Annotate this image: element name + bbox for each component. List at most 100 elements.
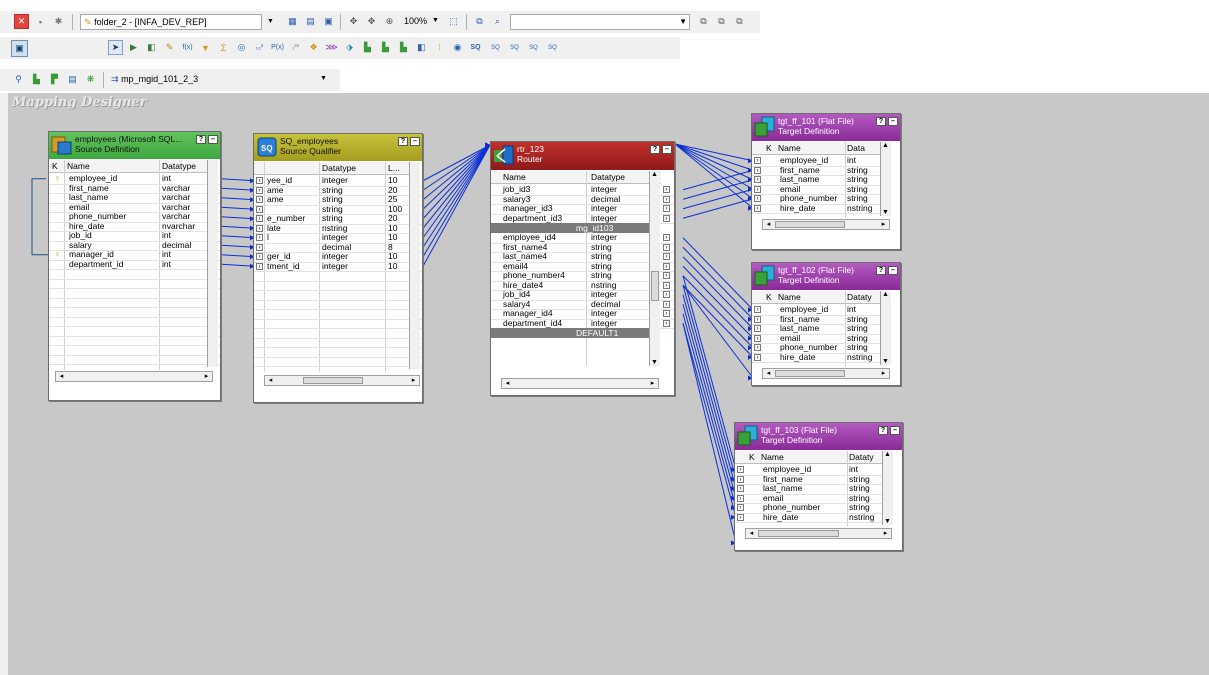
router-tool-icon[interactable]: ❖ [306,40,321,55]
table-row[interactable]: department_id3 integer › [491,213,673,224]
table-row[interactable]: department_id4 integer › [491,318,673,329]
help-icon[interactable]: ? [650,145,660,154]
output-port-arrow-icon[interactable]: › [663,319,670,327]
vertical-scrollbar[interactable] [207,160,218,367]
input-port-arrow-icon[interactable]: › [737,475,744,483]
navigator-icon[interactable]: ▦ [285,14,300,29]
input-port-arrow-icon[interactable]: › [754,315,761,323]
input-port-arrow-icon[interactable]: › [256,186,263,194]
help-icon[interactable]: ? [876,117,886,126]
zoom-icon[interactable]: ⊕ [382,14,397,29]
input-port-arrow-icon[interactable]: › [256,215,263,222]
cascade-icon[interactable]: ⧉ [732,14,747,29]
output-port-arrow-icon[interactable]: › [663,243,670,251]
router-header[interactable]: rtr_123 Router ? – [491,142,674,170]
overview-icon[interactable]: ▣ [321,14,336,29]
unlink-icon[interactable]: ⧉ [714,14,729,29]
input-port-arrow-icon[interactable]: › [754,157,761,164]
chevron-down-icon[interactable]: ▼ [263,14,278,29]
input-port-arrow-icon[interactable]: › [737,504,744,511]
input-port-arrow-icon[interactable]: › [754,306,761,313]
output-port-arrow-icon[interactable]: › [663,186,670,193]
horizontal-scrollbar[interactable]: ◂ ▸ [55,371,213,382]
target-header[interactable]: tgt_ff_101 (Flat File) Target Definition?… [752,114,900,141]
help-icon[interactable]: ? [196,135,206,144]
help-icon[interactable]: ? [398,137,408,146]
mq-sq-icon[interactable]: SQ [526,40,541,55]
input-port-arrow-icon[interactable]: › [737,485,744,492]
normalizer-icon[interactable]: ◧ [144,40,159,55]
input-port-arrow-icon[interactable]: › [256,177,263,184]
target-definition-101[interactable]: tgt_ff_101 (Flat File) Target Definition?… [751,113,901,250]
output-port-arrow-icon[interactable]: › [663,272,670,279]
minimize-icon[interactable]: – [410,137,420,146]
input-port-arrow-icon[interactable]: › [256,234,263,241]
horizontal-scrollbar[interactable]: ◂ ▸ [762,219,890,230]
mapping-dropdown[interactable]: ⇉ mp_mgid_101_2_3 ▼ [108,72,330,88]
save-icon[interactable]: ▪ [33,14,48,29]
target-definition-103[interactable]: tgt_ff_103 (Flat File) Target Definition?… [734,422,903,551]
transaction-control-icon[interactable]: ▙ [396,40,411,55]
arrange-iconic-icon[interactable]: ✥ [364,14,379,29]
input-port-arrow-icon[interactable]: › [256,196,263,203]
output-port-arrow-icon[interactable]: › [663,281,670,289]
input-port-arrow-icon[interactable]: › [754,176,761,183]
mapping-designer-canvas[interactable]: Mapping Designer employees (Microsoft SQ… [8,93,1209,675]
output-port-arrow-icon[interactable]: › [663,214,670,222]
find-dropdown[interactable]: ▼ [510,14,690,30]
input-port-arrow-icon[interactable]: › [256,205,263,213]
input-port-arrow-icon[interactable]: › [256,262,263,270]
horizontal-scrollbar[interactable]: ◂ ▸ [762,368,890,379]
pointer-icon[interactable]: ➤ [108,40,123,55]
table-row[interactable]: ›tment_idinteger10› [254,261,421,272]
folder-dropdown[interactable]: ✎ folder_2 - [INFA_DEV_REP] [80,14,262,30]
expression-tool-icon[interactable]: ✎ [162,40,177,55]
output-port-arrow-icon[interactable]: › [663,205,670,212]
target-designer-icon[interactable]: ▛ [47,72,62,87]
input-port-arrow-icon[interactable]: › [256,253,263,260]
rank-icon[interactable]: ₁²³ [288,40,303,55]
ams-sq-icon[interactable]: SQ [545,40,560,55]
help-icon[interactable]: ? [876,266,886,275]
xml-sq-icon[interactable]: SQ [488,40,503,55]
router[interactable]: rtr_123 Router ? – Name Datatype job_id3 in… [490,141,675,396]
input-port-arrow-icon[interactable]: › [256,224,263,232]
function-icon[interactable]: f(x) [180,40,195,55]
lookup-icon[interactable]: ◎ [234,40,249,55]
output-window-icon[interactable]: ▤ [303,14,318,29]
input-port-arrow-icon[interactable]: › [754,185,761,193]
input-port-arrow-icon[interactable]: › [754,325,761,332]
input-port-arrow-icon[interactable]: › [737,466,744,473]
minimize-icon[interactable]: – [208,135,218,144]
vertical-scrollbar[interactable]: ▲ ▼ [880,142,891,216]
table-row[interactable]: › hire_date nstring [735,512,882,523]
link-icon[interactable]: ⧉ [696,14,711,29]
source-header[interactable]: employees (Microsoft SQL... Source Defin… [49,132,220,159]
xml-icon[interactable]: ⁝ [432,40,447,55]
source-qualifier-tool-icon[interactable]: ▶ [126,40,141,55]
output-port-arrow-icon[interactable]: › [663,291,670,298]
input-port-arrow-icon[interactable]: › [754,166,761,174]
mapplet-designer-icon[interactable]: ❋ [83,72,98,87]
table-row[interactable]: › last_name string [752,323,880,334]
search-icon[interactable]: ⌕ [490,14,505,29]
source-qualifier[interactable]: SQ SQ_employees Source Qualifier ? – Dat… [253,133,423,403]
table-row[interactable]: › hire_date nstring [752,352,880,363]
vertical-scrollbar[interactable]: ▲ ▼ [649,171,660,366]
target-definition-102[interactable]: tgt_ff_102 (Flat File) Target Definition?… [751,262,901,386]
table-row[interactable]: department_idint› [49,259,219,270]
arrange-icon[interactable]: ✥ [346,14,361,29]
vertical-scrollbar[interactable]: ▲ ▼ [882,451,893,525]
transformation-developer-icon[interactable]: ▤ [65,72,80,87]
validate-icon[interactable]: ⚲ [11,72,26,87]
input-port-arrow-icon[interactable]: › [754,344,761,351]
close-icon[interactable]: ✕ [14,14,29,29]
output-port-arrow-icon[interactable]: › [663,234,670,241]
sq-header[interactable]: SQ SQ_employees Source Qualifier ? – [254,134,422,161]
output-port-arrow-icon[interactable]: › [663,262,670,270]
target-header[interactable]: tgt_ff_102 (Flat File) Target Definition?… [752,263,900,290]
union-icon[interactable]: ⋙ [324,40,339,55]
source-analyzer-icon[interactable]: ▙ [29,72,44,87]
vertical-scrollbar[interactable]: ▲ ▼ [880,291,891,365]
table-row[interactable]: › phone_number string [752,193,880,204]
